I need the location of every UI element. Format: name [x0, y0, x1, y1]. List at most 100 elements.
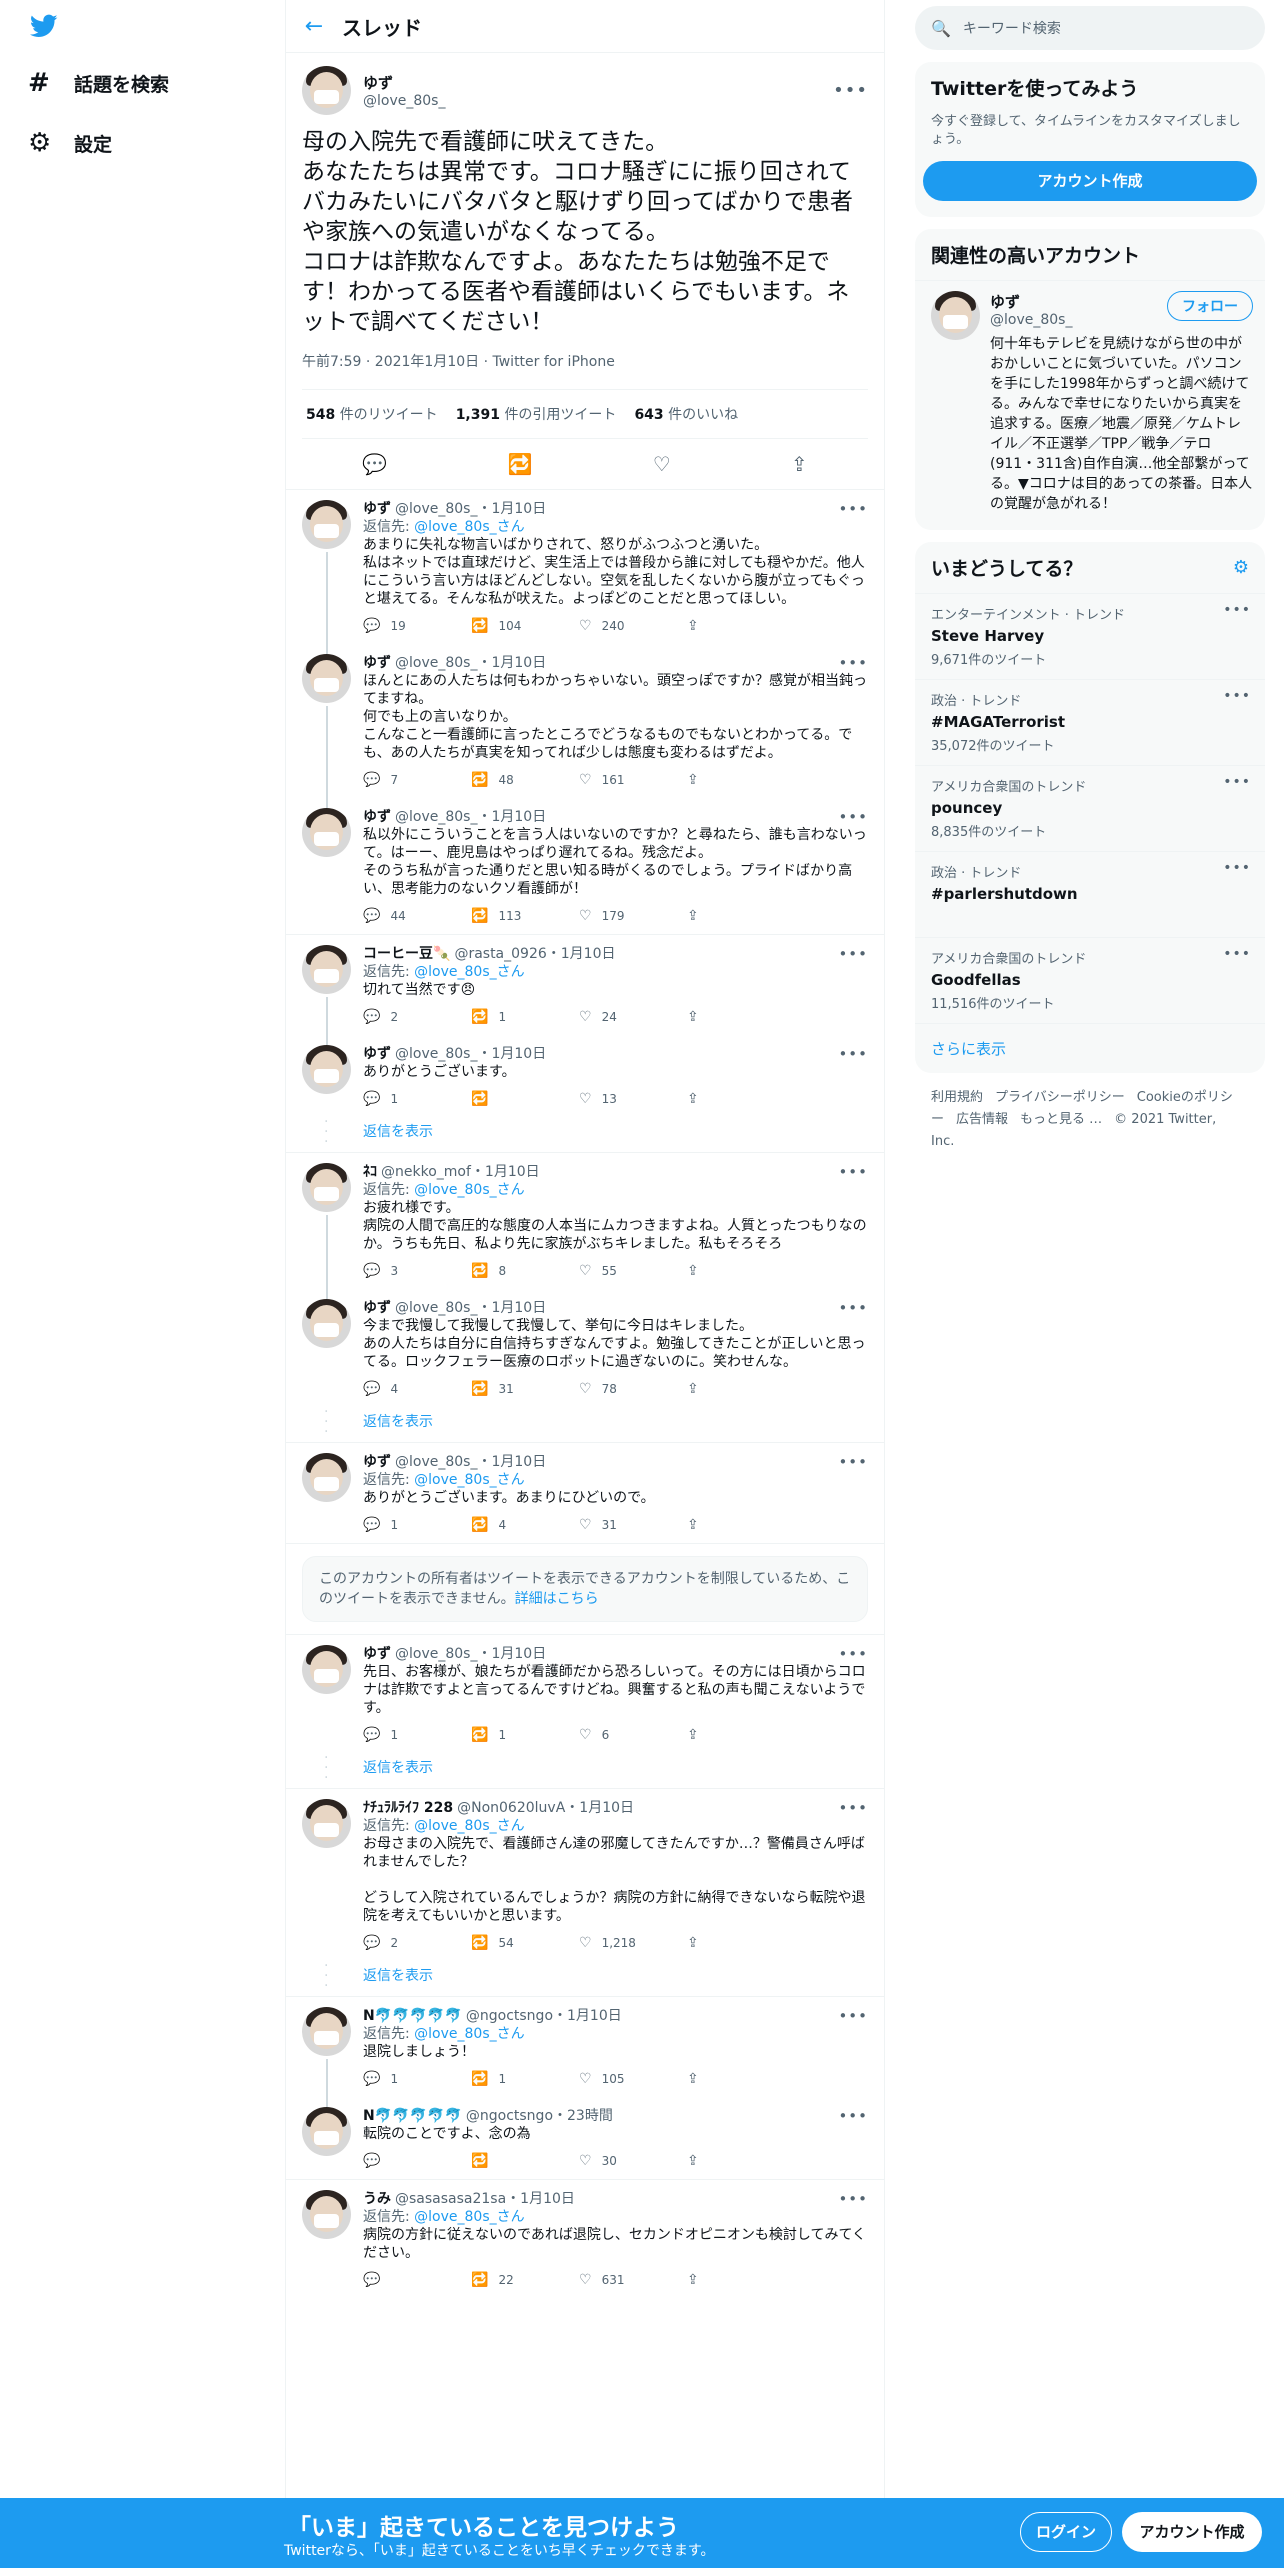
retweet-button[interactable]: 🔁 48 [471, 771, 579, 789]
more-options-icon[interactable]: ••• [838, 808, 868, 826]
footer-link[interactable]: プライバシーポリシー [995, 1090, 1125, 1105]
more-options-icon[interactable]: ••• [1223, 602, 1251, 618]
like-button[interactable]: ♡ 1,218 [579, 1934, 687, 1952]
share-button[interactable]: ⇪ [687, 1380, 795, 1398]
share-button[interactable]: ⇪ [687, 907, 795, 925]
reply-author-name[interactable]: N🐬🐬🐬🐬🐬 [363, 2007, 462, 2025]
reply-to-mention[interactable]: @love_80s_さん [414, 1472, 524, 1488]
reply-button[interactable]: 💬 44 [363, 907, 471, 925]
reply-button[interactable]: 💬 1 [363, 2070, 471, 2088]
retweet-button[interactable]: 🔁 22 [471, 2271, 579, 2289]
trend-item[interactable]: エンターテインメント · トレンド Steve Harvey 9,671件のツイート… [915, 593, 1265, 679]
reply-button[interactable]: 💬 2 [363, 1008, 471, 1026]
reply-button[interactable]: 💬 [363, 2271, 471, 2289]
avatar[interactable] [931, 291, 980, 340]
reply-tweet[interactable]: コーヒー豆🍡 @rasta_0926 ・1月10日 ••• 返信先: @love_80s… [286, 935, 884, 1035]
reply-author-name[interactable]: ゆず [363, 1645, 391, 1663]
reply-tweet[interactable]: N🐬🐬🐬🐬🐬 @ngoctsngo ・1月10日 ••• 返信先: @love_80s_… [286, 1997, 884, 2097]
reply-author-handle[interactable]: @love_80s_ [395, 500, 477, 518]
reply-tweet[interactable]: ゆず @love_80s_ ・1月10日 ••• ありがとうございます。 💬 1 🔁 ♡ 13 ⇪ [286, 1035, 884, 1117]
reply-author-name[interactable]: ゆず [363, 500, 391, 518]
reply-author-handle[interactable]: @ngoctsngo [466, 2107, 553, 2125]
retweet-button[interactable]: 🔁 [471, 2152, 579, 2170]
avatar[interactable] [302, 1799, 351, 1848]
reply-author-handle[interactable]: @sasasasa21sa [395, 2190, 506, 2208]
related-account[interactable]: ゆず @love_80s_ フォロー 何十年もテレビを見続けながら世の中がおかし… [915, 281, 1265, 530]
reply-to-mention[interactable]: @love_80s_さん [414, 1818, 524, 1834]
reply-date[interactable]: ・1月10日 [477, 500, 546, 518]
reply-author-handle[interactable]: @love_80s_ [395, 1645, 477, 1663]
reply-tweet[interactable]: ゆず @love_80s_ ・1月10日 ••• 返信先: @love_80s_さん あま… [286, 490, 884, 644]
reply-author-name[interactable]: コーヒー豆🍡 [363, 945, 450, 963]
login-button[interactable]: ログイン [1020, 2512, 1112, 2552]
reply-button[interactable]: 💬 4 [363, 1380, 471, 1398]
reply-author-handle[interactable]: @love_80s_ [395, 1453, 477, 1471]
reply-author-name[interactable]: ﾅﾁｭﾗﾙﾗｲﾌ 228 [363, 1799, 453, 1817]
search-box[interactable]: 🔍 キーワード検索 [915, 6, 1265, 50]
share-button[interactable]: ⇪ [687, 771, 795, 789]
more-options-icon[interactable]: ••• [838, 2007, 868, 2025]
reply-author-handle[interactable]: @love_80s_ [395, 1045, 477, 1063]
more-options-icon[interactable]: ••• [838, 1645, 868, 1663]
reply-author-handle[interactable]: @Non0620luvA [457, 1799, 565, 1817]
nav-settings[interactable]: ⚙ 設定 [28, 128, 112, 158]
share-button[interactable]: ⇪ [687, 1726, 795, 1744]
avatar[interactable] [302, 2007, 351, 2056]
reply-date[interactable]: ・1月10日 [471, 1163, 540, 1181]
reply-tweet[interactable]: ゆず @love_80s_ ・1月10日 ••• 私以外にこういうことを言う人はいないの… [286, 798, 884, 935]
reply-button[interactable]: 💬 7 [363, 771, 471, 789]
reply-button[interactable]: 💬 1 [363, 1726, 471, 1744]
retweet-button[interactable]: 🔁 1 [471, 1008, 579, 1026]
share-button[interactable]: ⇪ [687, 1008, 795, 1026]
reply-to-mention[interactable]: @love_80s_さん [414, 964, 524, 980]
more-options-icon[interactable]: ••• [838, 945, 868, 963]
reply-tweet[interactable]: N🐬🐬🐬🐬🐬 @ngoctsngo ・23時間 ••• 転院のことですよ、念の為 💬 🔁 ♡ 3… [286, 2097, 884, 2180]
reply-button[interactable]: 💬 19 [363, 617, 471, 635]
share-button[interactable]: ⇪ [687, 617, 795, 635]
avatar[interactable] [302, 945, 351, 994]
reply-tweet[interactable]: ﾈｺ @nekko_mof ・1月10日 ••• 返信先: @love_80s_さん お疲… [286, 1153, 884, 1289]
create-account-button[interactable]: アカウント作成 [1122, 2512, 1262, 2552]
like-button[interactable]: ♡ 30 [579, 2152, 687, 2170]
share-button[interactable]: ⇪ [687, 2070, 795, 2088]
reply-button[interactable]: 💬 1 [363, 1516, 471, 1534]
more-options-icon[interactable]: ••• [1223, 946, 1251, 962]
reply-button[interactable]: 💬 3 [363, 1262, 471, 1280]
footer-link[interactable]: もっと見る … [1020, 1112, 1102, 1127]
reply-to-mention[interactable]: @love_80s_さん [414, 2026, 524, 2042]
retweet-button[interactable]: 🔁 1 [471, 2070, 579, 2088]
create-account-button[interactable]: アカウント作成 [923, 161, 1257, 201]
nav-explore[interactable]: # 話題を検索 [28, 68, 169, 98]
more-options-icon[interactable]: ••• [838, 2107, 868, 2125]
reply-date[interactable]: ・1月10日 [506, 2190, 575, 2208]
retweet-button[interactable]: 🔁 4 [471, 1516, 579, 1534]
like-button[interactable]: ♡ 24 [579, 1008, 687, 1026]
reply-date[interactable]: ・1月10日 [477, 1645, 546, 1663]
more-options-icon[interactable]: ••• [838, 654, 868, 672]
twitter-bird-icon[interactable] [28, 12, 62, 42]
related-name[interactable]: ゆず [990, 291, 1167, 312]
related-handle[interactable]: @love_80s_ [990, 312, 1167, 328]
author-name[interactable]: ゆず [363, 72, 833, 93]
author-handle[interactable]: @love_80s_ [363, 93, 833, 109]
like-button[interactable]: ♡ 31 [579, 1516, 687, 1534]
like-button[interactable]: ♡ 240 [579, 617, 687, 635]
reply-author-handle[interactable]: @love_80s_ [395, 654, 477, 672]
avatar[interactable] [302, 1645, 351, 1694]
avatar[interactable] [302, 2190, 351, 2239]
more-options-icon[interactable]: ••• [838, 1299, 868, 1317]
more-options-icon[interactable]: ••• [838, 1163, 868, 1181]
trend-item[interactable]: 政治 · トレンド #parlershutdown ••• [915, 851, 1265, 937]
reply-to-mention[interactable]: @love_80s_さん [414, 1182, 524, 1198]
share-button[interactable]: ⇪ [687, 1090, 795, 1108]
share-button[interactable]: ⇪ [687, 1516, 795, 1534]
reply-button[interactable]: 💬 1 [363, 1090, 471, 1108]
more-options-icon[interactable]: ••• [838, 1453, 868, 1471]
reply-author-handle[interactable]: @ngoctsngo [466, 2007, 553, 2025]
reply-button[interactable]: 💬 2 [363, 1934, 471, 1952]
avatar[interactable] [302, 2107, 351, 2156]
avatar[interactable] [302, 65, 351, 115]
tweet-timestamp[interactable]: 午前7:59 · 2021年1月10日 · Twitter for iPhone [302, 351, 868, 371]
reply-date[interactable]: ・1月10日 [477, 1453, 546, 1471]
reply-tweet[interactable]: ゆず @love_80s_ ・1月10日 ••• 先日、お客様が、娘たちが看護師だから恐… [286, 1635, 884, 1753]
